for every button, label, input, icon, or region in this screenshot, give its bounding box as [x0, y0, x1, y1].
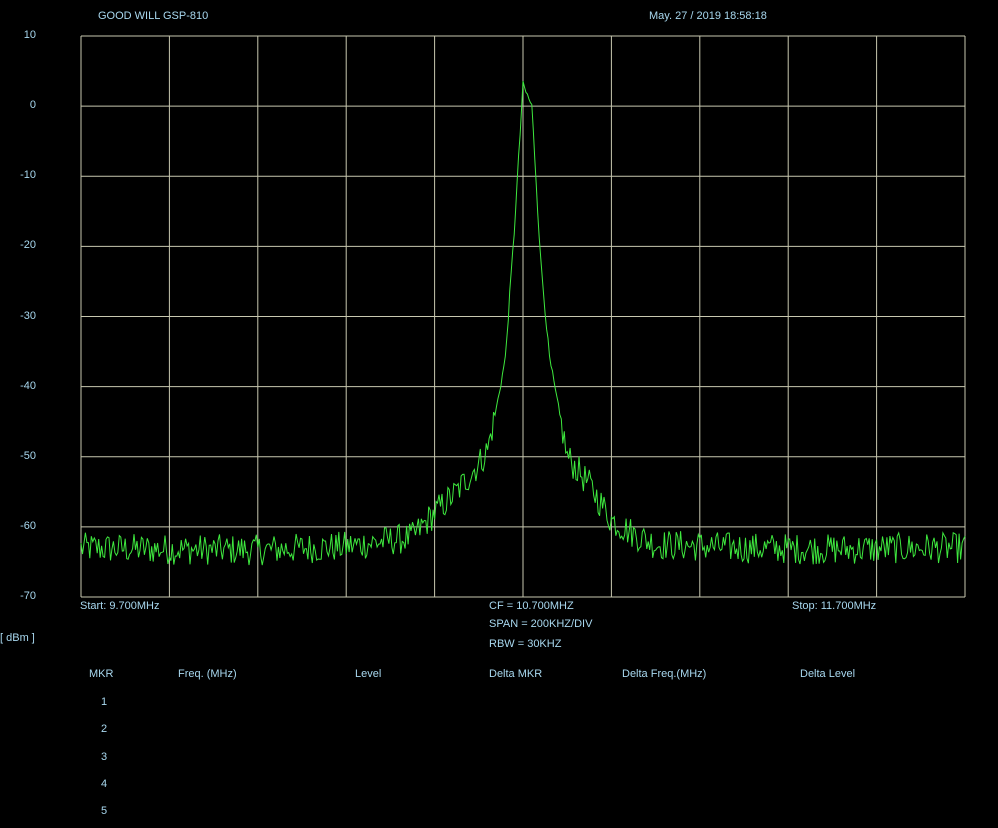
plot-grid: [80, 35, 966, 598]
y-tick-label: -50: [20, 449, 36, 462]
y-tick-label: -40: [20, 379, 36, 392]
marker-header-freq: Freq. (MHz): [178, 668, 237, 680]
marker-row-1: 1: [101, 696, 108, 708]
span-setting: SPAN = 200KHZ/DIV: [489, 618, 593, 630]
y-tick-label: 0: [29, 99, 36, 112]
y-tick-label: -20: [20, 239, 36, 252]
stop-frequency: Stop: 11.700MHz: [792, 600, 877, 612]
marker-row-2: 2: [101, 723, 108, 735]
y-tick-label: -70: [20, 590, 36, 602]
timestamp: May. 27 / 2019 18:58:18: [649, 10, 767, 22]
rbw-setting: RBW = 30KHZ: [489, 638, 562, 650]
marker-header-level: Level: [355, 668, 382, 680]
y-tick-label: -60: [20, 519, 36, 532]
y-tick-label: -10: [20, 169, 36, 182]
center-frequency: CF = 10.700MHZ: [489, 600, 574, 612]
marker-row-5: 5: [101, 805, 108, 817]
marker-row-3: 3: [101, 751, 108, 763]
marker-header-delta-level: Delta Level: [800, 668, 856, 680]
marker-header-mkr: MKR: [89, 668, 114, 680]
y-tick-label: 10: [23, 29, 36, 41]
start-frequency: Start: 9.700MHz: [80, 600, 160, 612]
instrument-title: GOOD WILL GSP-810: [98, 10, 209, 22]
marker-header-delta-mkr: Delta MKR: [489, 668, 543, 680]
marker-row-4: 4: [101, 778, 108, 790]
marker-header-delta-freq: Delta Freq.(MHz): [622, 668, 707, 680]
y-tick-label: -30: [20, 309, 36, 322]
spectrum-plot: [80, 35, 966, 598]
y-unit-label: [ dBm ]: [0, 632, 35, 644]
